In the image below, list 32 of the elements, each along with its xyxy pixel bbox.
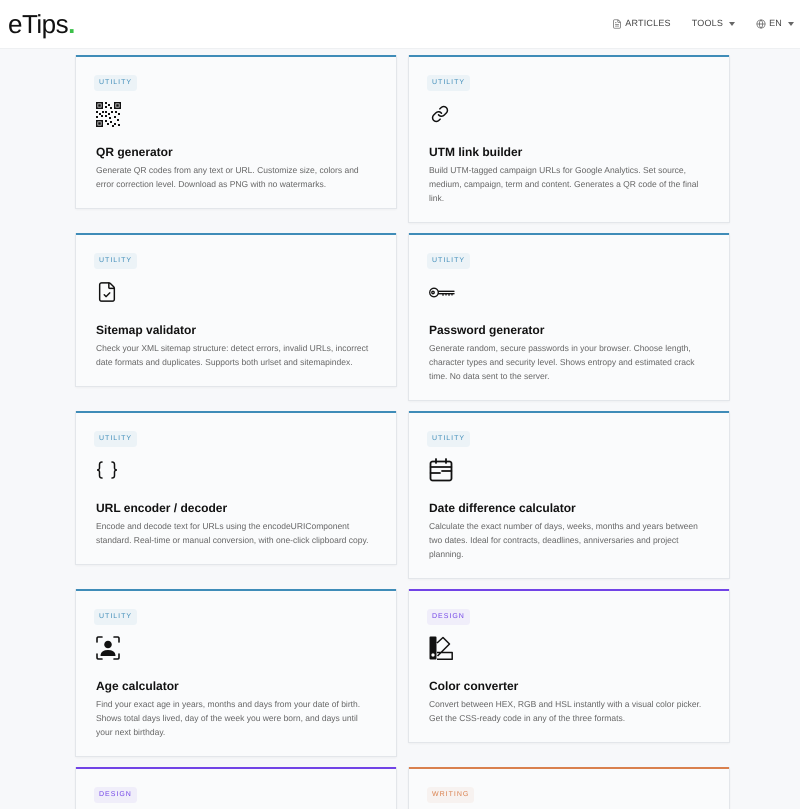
key-icon bbox=[429, 286, 455, 298]
caret-icon bbox=[729, 22, 736, 26]
card-title: UTM link builder bbox=[429, 144, 522, 161]
nav-dropdown[interactable]: TOOLS bbox=[692, 17, 736, 31]
card-description: Convert between HEX, RGB and HSL instantly with a visual color picker. Get the CSS-ready code in any of the three formats. bbox=[429, 698, 702, 725]
person-frame-icon bbox=[96, 636, 120, 660]
card-title: Sitemap validator bbox=[96, 322, 196, 339]
nav-link[interactable]: ARTICLES bbox=[612, 17, 671, 31]
card-description: Find your exact age in years, months and days from your date of birth. Shows total days lived, day of the week you were born, and days until your next birthday. bbox=[96, 698, 362, 739]
globe-icon bbox=[756, 19, 766, 29]
site-logo[interactable]: eTips. bbox=[8, 9, 75, 39]
card-title: Age calculator bbox=[96, 678, 179, 695]
card-title: QR generator bbox=[96, 144, 173, 161]
card-description: Encode and decode text for URLs using the encodeURIComponent standard. Real-time or manual conversion, with one-click clipboard copy. bbox=[96, 520, 370, 547]
file-check-icon bbox=[96, 279, 118, 305]
document-icon bbox=[612, 19, 622, 29]
calendar-icon bbox=[429, 458, 453, 482]
link-icon bbox=[431, 105, 449, 123]
card-title: URL encoder / decoder bbox=[96, 500, 228, 517]
card-description: Build UTM-tagged campaign URLs for Google Analytics. Set source, medium, campaign, term and content. Generates a QR code of the final link. bbox=[429, 164, 700, 205]
card-description: Check your XML sitemap structure: detect errors, invalid URLs, incorrect date formats and duplicates. Supports both urlset and sitemapindex. bbox=[96, 342, 370, 369]
card-title: Password generator bbox=[429, 322, 544, 339]
card-description: Calculate the exact number of days, weeks, months and years between two dates. Ideal for contracts, deadlines, anniversaries and project planning. bbox=[429, 520, 699, 561]
qr-code-icon bbox=[96, 102, 121, 126]
card-title: Date difference calculator bbox=[429, 500, 576, 517]
language-dropdown[interactable]: EN bbox=[756, 17, 794, 31]
caret-icon bbox=[788, 22, 794, 26]
color-swatch-icon bbox=[429, 636, 453, 660]
braces-icon bbox=[96, 461, 118, 479]
card-description: Generate QR codes from any text or URL. Customize size, colors and error correction level. Download as PNG with no watermarks. bbox=[96, 164, 360, 191]
card-description: Generate random, secure passwords in your browser. Choose length, character types and security level. Shows entropy and estimated crack time. No data sent to the server. bbox=[429, 342, 696, 383]
card-title: Color converter bbox=[429, 678, 518, 695]
